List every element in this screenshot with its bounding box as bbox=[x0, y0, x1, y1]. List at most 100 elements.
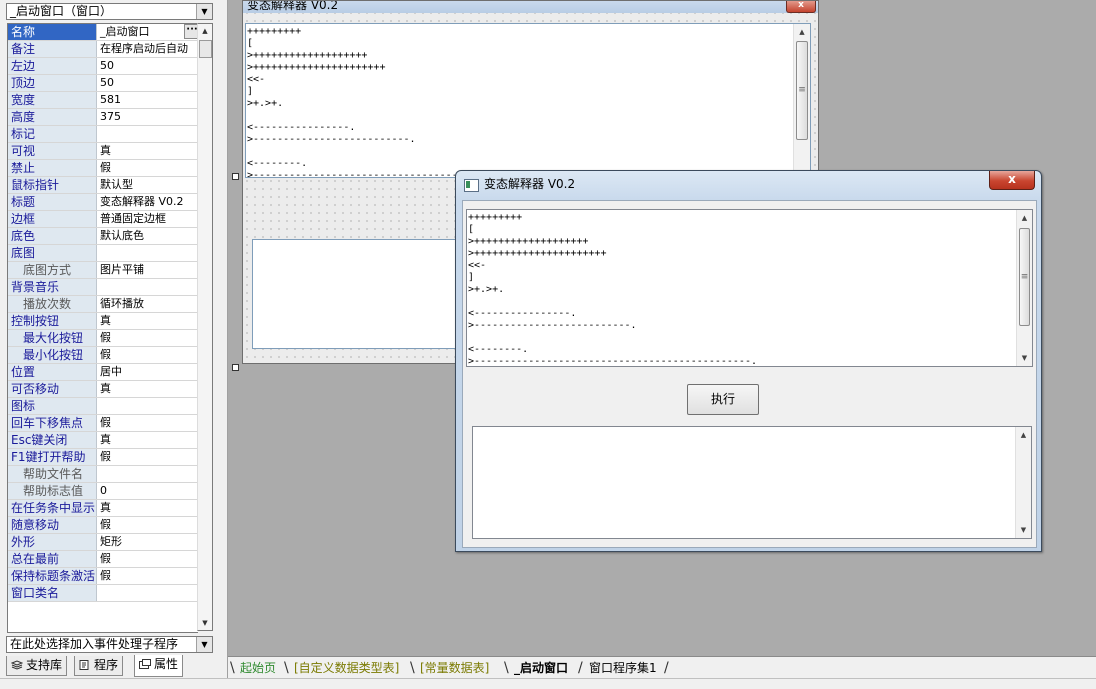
property-value[interactable]: 假 bbox=[98, 517, 198, 533]
property-row[interactable]: 外形 矩形 bbox=[8, 534, 198, 551]
property-value[interactable]: 50 bbox=[98, 58, 198, 74]
property-value[interactable]: 假 bbox=[98, 160, 198, 176]
property-value[interactable]: 变态解释器 V0.2 bbox=[98, 194, 198, 210]
property-value[interactable]: 假 bbox=[98, 568, 198, 584]
property-value[interactable]: 50 bbox=[98, 75, 198, 91]
property-row[interactable]: 标记 bbox=[8, 126, 198, 143]
property-row[interactable]: 底图方式 图片平铺 bbox=[8, 262, 198, 279]
property-value[interactable]: 普通固定边框 bbox=[98, 211, 198, 227]
scroll-down-icon[interactable]: ▼ bbox=[198, 616, 212, 630]
resize-handle[interactable] bbox=[232, 364, 239, 371]
property-value[interactable]: 375 bbox=[98, 109, 198, 125]
scroll-up-icon[interactable]: ▲ bbox=[794, 24, 810, 40]
code-editbox[interactable]: +++++++++[>+++++++++++++++++++ >+++++++++… bbox=[466, 209, 1033, 367]
run-button[interactable]: 执行 bbox=[687, 384, 759, 415]
property-value[interactable]: 假 bbox=[98, 330, 198, 346]
property-value[interactable]: 真 bbox=[98, 432, 198, 448]
event-selector-combo[interactable]: 在此处选择加入事件处理子程序 ▼ bbox=[6, 636, 213, 653]
property-value[interactable]: 图片平铺 bbox=[98, 262, 198, 278]
property-value[interactable]: 默认底色 bbox=[98, 228, 198, 244]
property-row[interactable]: 高度 375 bbox=[8, 109, 198, 126]
property-value[interactable] bbox=[98, 245, 198, 261]
property-row[interactable]: 回车下移焦点假 bbox=[8, 415, 198, 432]
property-row[interactable]: 总在最前假 bbox=[8, 551, 198, 568]
property-value[interactable]: _启动窗口 ··· bbox=[98, 24, 198, 40]
tab-custom-types[interactable]: [自定义数据类型表] bbox=[294, 659, 399, 677]
property-value[interactable] bbox=[98, 279, 198, 295]
designer-output-editbox[interactable] bbox=[252, 239, 464, 349]
property-value[interactable]: 真 bbox=[98, 313, 198, 329]
scroll-up-icon[interactable]: ▲ bbox=[198, 24, 212, 38]
object-selector-combo[interactable]: _启动窗口（窗口） ▼ bbox=[6, 3, 213, 20]
property-row[interactable]: 备注 在程序启动后自动 bbox=[8, 41, 198, 58]
property-row[interactable]: 控制按钮真 bbox=[8, 313, 198, 330]
property-value[interactable]: 居中 bbox=[98, 364, 198, 380]
property-value[interactable]: 循环播放 bbox=[98, 296, 198, 312]
scroll-thumb[interactable]: ≡ bbox=[796, 41, 808, 140]
scroll-up-icon[interactable]: ▲ bbox=[1017, 210, 1032, 226]
property-value[interactable] bbox=[98, 585, 198, 601]
property-value[interactable]: 0 bbox=[98, 483, 198, 499]
property-row[interactable]: 可否移动真 bbox=[8, 381, 198, 398]
chevron-down-icon[interactable]: ▼ bbox=[196, 637, 212, 652]
tab-startup-window[interactable]: _启动窗口 bbox=[514, 659, 568, 677]
property-value[interactable]: 真 bbox=[98, 143, 198, 159]
property-row[interactable]: 窗口类名 bbox=[8, 585, 198, 602]
property-value[interactable]: 矩形 bbox=[98, 534, 198, 550]
scroll-thumb[interactable]: ≡ bbox=[1019, 228, 1030, 326]
property-value[interactable] bbox=[98, 126, 198, 142]
property-row[interactable]: 底色 默认底色 bbox=[8, 228, 198, 245]
tab-start-page[interactable]: 起始页 bbox=[240, 659, 276, 677]
scroll-down-icon[interactable]: ▼ bbox=[1016, 522, 1031, 538]
tab-program[interactable]: 程序 bbox=[74, 656, 124, 676]
property-row[interactable]: 宽度 581 bbox=[8, 92, 198, 109]
tab-properties[interactable]: 属性 bbox=[134, 655, 184, 677]
property-value[interactable] bbox=[98, 398, 198, 414]
property-value[interactable]: 在程序启动后自动 bbox=[98, 41, 198, 57]
property-row[interactable]: 禁止假 bbox=[8, 160, 198, 177]
output-editbox[interactable]: ▲ ▼ bbox=[472, 426, 1032, 539]
property-value[interactable] bbox=[98, 466, 198, 482]
designer-code-editbox[interactable]: +++++++++[>+++++++++++++++++++ >+++++++++… bbox=[245, 23, 811, 178]
scroll-thumb[interactable] bbox=[199, 40, 212, 58]
property-row[interactable]: 鼠标指针 默认型 bbox=[8, 177, 198, 194]
close-button[interactable]: x bbox=[989, 171, 1035, 190]
scroll-down-icon[interactable]: ▼ bbox=[1017, 350, 1032, 366]
tab-window-assembly[interactable]: 窗口程序集1 bbox=[589, 659, 657, 677]
property-row[interactable]: Esc键关闭真 bbox=[8, 432, 198, 449]
property-row[interactable]: 保持标题条激活假 bbox=[8, 568, 198, 585]
output-scrollbar[interactable]: ▲ ▼ bbox=[1015, 427, 1031, 538]
property-value[interactable]: 默认型 bbox=[98, 177, 198, 193]
property-row[interactable]: 底图 bbox=[8, 245, 198, 262]
property-row[interactable]: 顶边 50 bbox=[8, 75, 198, 92]
property-row[interactable]: 可视真 bbox=[8, 143, 198, 160]
property-grid-scrollbar[interactable]: ▲ ▼ bbox=[197, 23, 213, 631]
property-row[interactable]: 随意移动假 bbox=[8, 517, 198, 534]
property-value[interactable]: 假 bbox=[98, 449, 198, 465]
property-value[interactable]: 真 bbox=[98, 500, 198, 516]
designer-code-scrollbar[interactable]: ▲ ≡ bbox=[793, 24, 810, 177]
property-row[interactable]: 名称 _启动窗口 ··· bbox=[8, 24, 198, 41]
property-value[interactable]: 假 bbox=[98, 415, 198, 431]
property-row[interactable]: 最大化按钮假 bbox=[8, 330, 198, 347]
property-value[interactable]: 假 bbox=[98, 347, 198, 363]
scroll-up-icon[interactable]: ▲ bbox=[1016, 427, 1031, 443]
property-row[interactable]: F1键打开帮助假 bbox=[8, 449, 198, 466]
property-row[interactable]: 帮助标志值 0 bbox=[8, 483, 198, 500]
property-row[interactable]: 在任务条中显示真 bbox=[8, 500, 198, 517]
code-scrollbar[interactable]: ▲ ≡ ▼ bbox=[1016, 210, 1032, 366]
preview-window[interactable]: 变态解释器 V0.2 x +++++++++[>++++++++++++++++… bbox=[455, 170, 1042, 552]
property-value[interactable]: 581 bbox=[98, 92, 198, 108]
tab-library[interactable]: 支持库 bbox=[6, 656, 68, 676]
property-row[interactable]: 播放次数 循环播放 bbox=[8, 296, 198, 313]
property-row[interactable]: 图标 bbox=[8, 398, 198, 415]
tab-constants[interactable]: [常量数据表] bbox=[420, 659, 489, 677]
property-value[interactable]: 假 bbox=[98, 551, 198, 567]
property-row[interactable]: 帮助文件名 bbox=[8, 466, 198, 483]
property-row[interactable]: 背景音乐 bbox=[8, 279, 198, 296]
property-value[interactable]: 真 bbox=[98, 381, 198, 397]
property-row[interactable]: 左边 50 bbox=[8, 58, 198, 75]
property-row[interactable]: 标题 变态解释器 V0.2 bbox=[8, 194, 198, 211]
property-row[interactable]: 最小化按钮假 bbox=[8, 347, 198, 364]
ellipsis-button[interactable]: ··· bbox=[184, 24, 198, 39]
